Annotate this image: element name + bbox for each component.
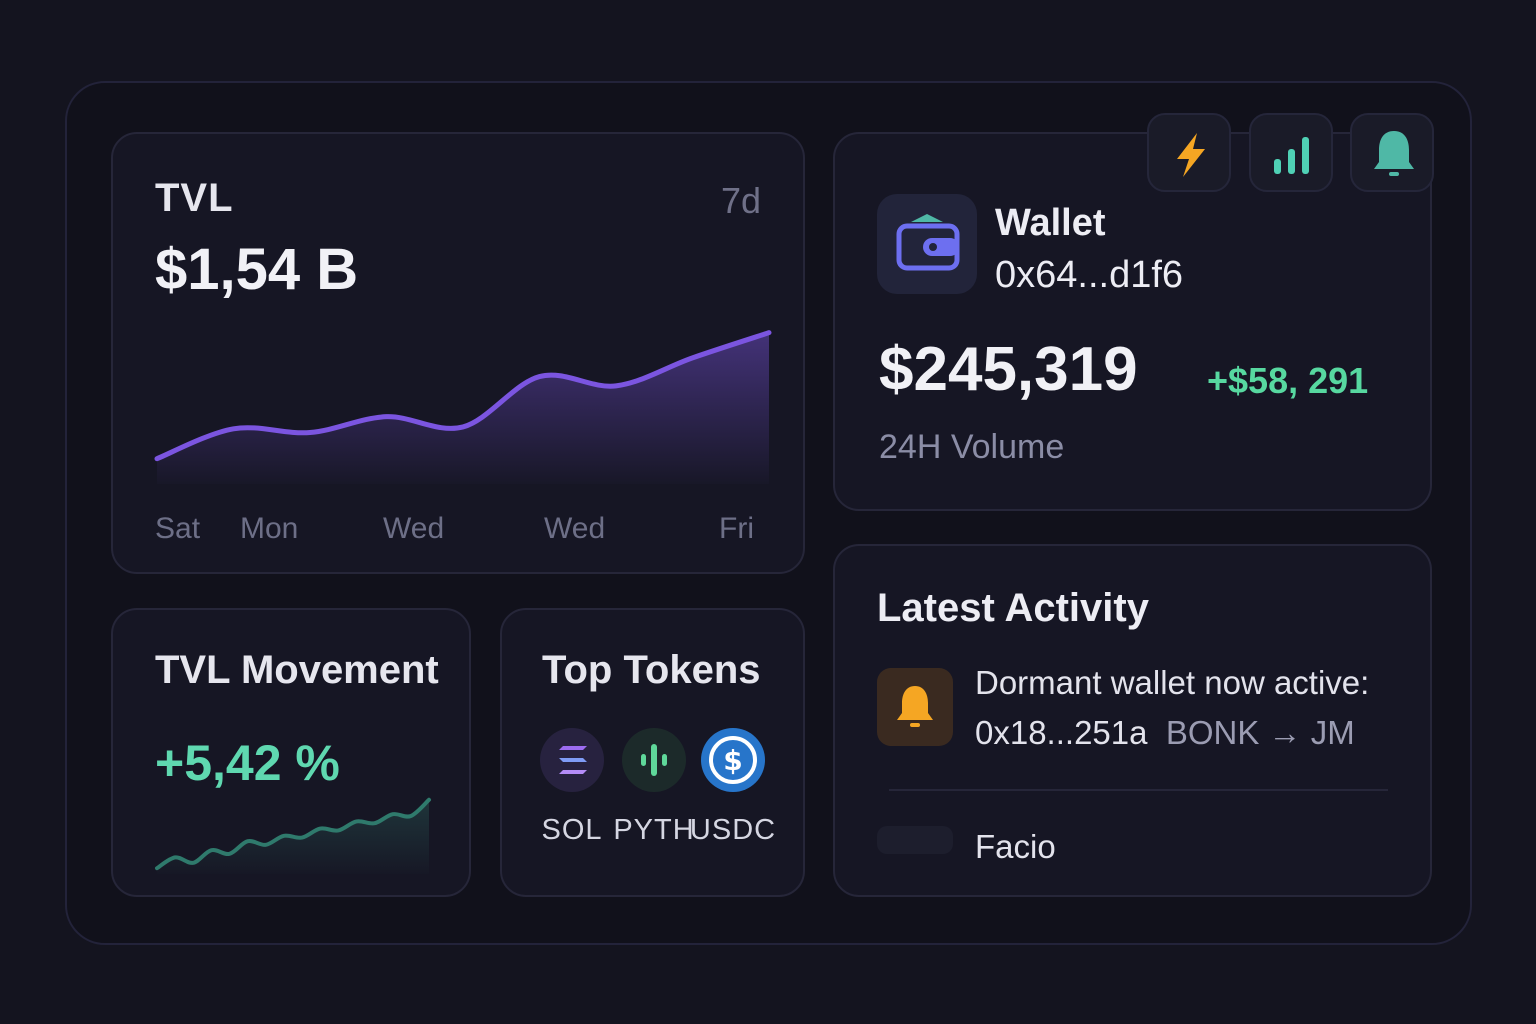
activity-title: Latest Activity: [877, 586, 1149, 630]
notifications-button[interactable]: [1350, 113, 1434, 192]
x-label-sat: Sat: [155, 512, 201, 545]
activity-item-2-label[interactable]: Facio: [975, 828, 1056, 866]
wallet-balance: $245,319: [879, 335, 1138, 404]
activity-to-token: JM: [1310, 714, 1355, 751]
lightning-icon: [1177, 133, 1205, 177]
bell-icon: [1374, 131, 1414, 176]
pyth-logo-icon: [622, 728, 686, 792]
svg-text:$: $: [723, 744, 742, 777]
tvl-period-selector[interactable]: 7d: [721, 180, 761, 222]
lightning-button[interactable]: [1147, 113, 1231, 192]
token-label: SOL: [541, 814, 603, 846]
wallet-card[interactable]: Wallet 0x64...d1f6 $245,319 +$58, 291 24…: [833, 132, 1432, 511]
activity-from-token: BONK: [1165, 714, 1260, 751]
bar-chart-icon: [1274, 137, 1309, 174]
wallet-address[interactable]: 0x64...d1f6: [995, 254, 1183, 297]
usdc-logo-icon: $: [701, 728, 765, 792]
activity-divider: [889, 789, 1388, 791]
activity-item-icon: [877, 668, 953, 746]
activity-details[interactable]: 0x18...251a BONK → JM: [975, 714, 1355, 752]
tvl-card[interactable]: TVL 7d $1,54 B Sat Mon Wed Wed Fri: [111, 132, 805, 574]
movement-title: TVL Movement: [155, 648, 439, 692]
tvl-title: TVL: [155, 176, 234, 220]
volume-label: 24H Volume: [879, 428, 1065, 466]
stats-button[interactable]: [1249, 113, 1333, 192]
activity-address[interactable]: 0x18...251a: [975, 714, 1147, 751]
movement-sparkline: [155, 797, 431, 874]
arrow-right-icon: →: [1268, 714, 1302, 751]
tokens-title: Top Tokens: [542, 648, 761, 692]
activity-message[interactable]: Dormant wallet now active:: [975, 664, 1369, 702]
x-label-mon: Mon: [240, 512, 299, 545]
wallet-name: Wallet: [995, 202, 1106, 244]
tvl-movement-card[interactable]: TVL Movement +5,42 %: [111, 608, 471, 897]
movement-value: +5,42 %: [155, 735, 340, 791]
activity-item-2-icon: [877, 826, 953, 854]
wallet-icon: [877, 194, 977, 294]
token-label: PYTH: [613, 814, 695, 846]
chart-area-fill: [157, 332, 769, 484]
x-label-wed-2: Wed: [544, 512, 606, 545]
token-sol[interactable]: SOL: [540, 728, 604, 846]
x-label-fri: Fri: [719, 512, 754, 545]
token-pyth[interactable]: PYTH: [613, 728, 694, 846]
x-label-wed: Wed: [383, 512, 445, 545]
wallet-change: +$58, 291: [1207, 360, 1369, 401]
latest-activity-card[interactable]: Latest Activity Dormant wallet now activ…: [833, 544, 1432, 897]
token-usdc[interactable]: $ USDC: [690, 728, 775, 846]
token-label: USDC: [689, 814, 777, 846]
tvl-area-chart: [154, 330, 772, 484]
top-tokens-card[interactable]: Top Tokens SOL PYTH $ USDC: [500, 608, 805, 897]
sol-logo-icon: [540, 728, 604, 792]
bell-icon: [897, 686, 933, 727]
